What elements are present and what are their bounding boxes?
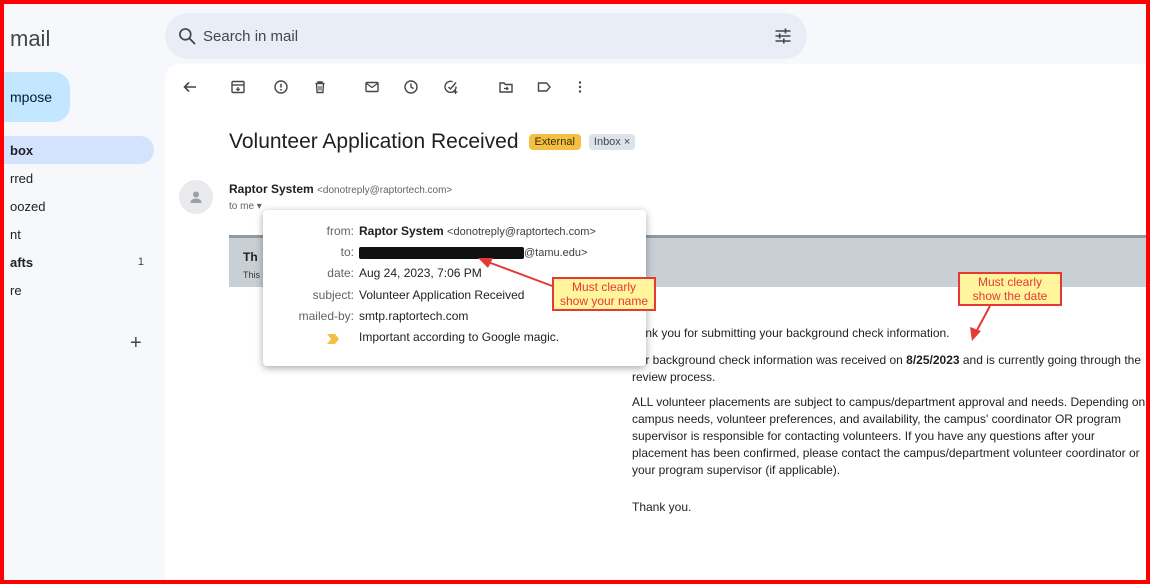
labels-button[interactable] (533, 76, 555, 98)
compose-button[interactable]: mpose (4, 72, 70, 122)
sidebar-item-snoozed[interactable]: oozed (4, 192, 154, 220)
more-options-button[interactable] (569, 76, 591, 98)
body-paragraph: ALL volunteer placements are subject to … (632, 395, 1146, 477)
archive-button[interactable] (227, 76, 249, 98)
details-from-name: Raptor System (359, 224, 444, 238)
details-from-email: <donotreply@raptortech.com> (447, 226, 596, 238)
add-task-icon (444, 80, 458, 94)
details-key: mailed-by: (298, 309, 354, 323)
inbox-label-chip[interactable]: Inbox × (588, 134, 636, 150)
body-paragraph: hank you for submitting your background … (632, 326, 950, 340)
report-icon (274, 80, 288, 94)
sender-name[interactable]: Raptor System (229, 182, 314, 196)
report-spam-button[interactable] (270, 76, 292, 98)
subject-row: Volunteer Application Received External … (229, 130, 636, 154)
email-subject: Volunteer Application Received (229, 130, 519, 153)
sidebar-item-sent[interactable]: nt (4, 220, 154, 248)
avatar[interactable] (179, 180, 213, 214)
sidebar-item-label: oozed (10, 198, 46, 214)
annotation-line: show your name (559, 294, 649, 308)
details-from-row: from: Raptor System <donotreply@raptorte… (263, 224, 646, 244)
more-vert-icon (578, 81, 582, 93)
annotation-line: Must clearly (977, 275, 1042, 289)
person-icon (190, 191, 202, 203)
body-paragraph: Thank you. (632, 500, 692, 514)
details-subject-value: Volunteer Application Received (359, 288, 525, 302)
clock-icon (404, 80, 418, 94)
details-to-row: to: @tamu.edu> (263, 245, 646, 265)
details-key: from: (326, 224, 354, 238)
details-value: Raptor System <donotreply@raptortech.com… (359, 224, 596, 238)
sidebar-item-inbox[interactable]: box (4, 136, 154, 164)
sidebar-item-label: nt (10, 226, 21, 242)
details-date-value: Aug 24, 2023, 7:06 PM (359, 266, 482, 280)
details-value: @tamu.edu> (359, 245, 587, 259)
details-importance-value: Important according to Google magic. (359, 330, 560, 344)
sidebar-item-more[interactable]: re (4, 276, 154, 304)
details-key: to: (340, 245, 354, 259)
sidebar-item-count: 1 (137, 256, 144, 268)
sidebar-item-label: re (10, 282, 22, 298)
add-task-button[interactable] (440, 76, 462, 98)
banner-title: Th (243, 250, 258, 264)
sidebar-item-label: afts (10, 254, 34, 270)
search-input[interactable] (203, 23, 743, 49)
annotation-show-name: Must clearly show your name (552, 277, 656, 311)
sidebar-item-label: rred (10, 170, 34, 186)
trash-icon (315, 81, 325, 94)
body-text: our background check information was rec… (632, 353, 907, 367)
folder-move-icon (499, 82, 513, 93)
annotation-show-date: Must clearly show the date (958, 272, 1062, 306)
sidebar-nav: box rred oozed nt afts 1 re (4, 136, 154, 304)
details-key: date: (327, 266, 354, 280)
mail-icon (365, 81, 379, 93)
redacted-name (359, 246, 524, 259)
sidebar-item-drafts[interactable]: afts 1 (4, 248, 154, 276)
external-badge: External (528, 134, 581, 150)
search-icon[interactable] (177, 26, 197, 46)
details-mailedby-row: mailed-by: smtp.raptortech.com (263, 309, 646, 329)
label-icon (537, 82, 551, 92)
annotation-line: show the date (972, 289, 1048, 303)
received-date: 8/25/2023 (906, 353, 960, 367)
body-paragraph: our background check information was rec… (632, 352, 1146, 386)
sidebar-item-label: box (10, 142, 34, 158)
delete-button[interactable] (309, 76, 331, 98)
sender-email: <donotreply@raptortech.com> (317, 185, 453, 196)
back-button[interactable] (179, 76, 201, 98)
snooze-button[interactable] (400, 76, 422, 98)
sidebar-item-starred[interactable]: rred (4, 164, 154, 192)
mark-unread-button[interactable] (361, 76, 383, 98)
message-pane: Volunteer Application Received External … (165, 64, 1146, 580)
details-mailedby-value: smtp.raptortech.com (359, 309, 469, 323)
arrow-left-icon (183, 81, 196, 93)
message-toolbar (165, 76, 765, 102)
add-label-button[interactable]: + (130, 332, 142, 355)
importance-marker-icon (327, 334, 339, 344)
show-details-toggle[interactable]: to me ▾ (229, 201, 262, 212)
banner-snippet: This (243, 270, 261, 280)
move-to-button[interactable] (495, 76, 517, 98)
archive-icon (231, 80, 245, 94)
search-bar[interactable] (165, 13, 807, 59)
details-key: subject: (312, 288, 354, 302)
annotation-line: Must clearly (571, 280, 636, 294)
search-options-icon[interactable] (773, 26, 793, 46)
sender-line: Raptor System <donotreply@raptortech.com… (229, 182, 452, 196)
details-importance-row: Important according to Google magic. (263, 330, 646, 350)
details-to-domain: @tamu.edu> (524, 247, 588, 259)
gmail-brand[interactable]: mail (10, 26, 50, 52)
